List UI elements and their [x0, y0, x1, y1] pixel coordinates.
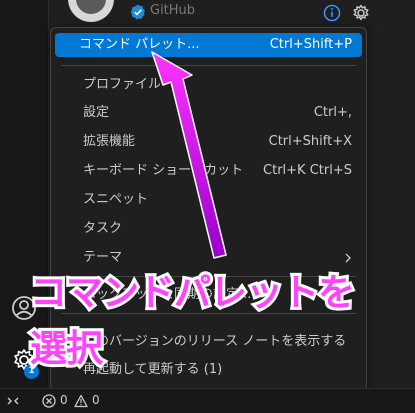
annotation-line-1: コマンドパレットを: [27, 268, 358, 317]
menu-item-label: キーボード ショートカット: [83, 163, 244, 178]
menu-item-shortcut: Ctrl+K Ctrl+S: [263, 163, 352, 178]
verified-icon: [130, 4, 145, 20]
menu-item-tasks[interactable]: タスク: [55, 217, 362, 241]
menu-item-command-palette[interactable]: コマンド パレット... Ctrl+Shift+P: [55, 33, 362, 57]
settings-gear-icon[interactable]: [351, 3, 371, 23]
menu-item-label: コマンド パレット...: [79, 37, 200, 52]
menu-item-label: 設定: [83, 105, 110, 120]
menu-item-keyboard-shortcuts[interactable]: キーボード ショートカット Ctrl+K Ctrl+S: [55, 159, 362, 183]
menu-item-label: タスク: [83, 221, 123, 236]
menu-item-snippets[interactable]: スニペット: [55, 188, 362, 212]
menu-item-label: プロファイル: [83, 77, 162, 92]
warning-count[interactable]: 0: [92, 393, 100, 407]
remote-icon[interactable]: [6, 394, 20, 408]
menu-item-shortcut: Ctrl+Shift+X: [268, 134, 352, 149]
menu-item-label: このバージョンのリリース ノートを表示する: [83, 334, 347, 349]
account-name: GitHub: [150, 3, 196, 18]
menu-item-profiles[interactable]: プロファイル: [55, 73, 362, 97]
menu-item-label: 再起動して更新する (1): [83, 362, 223, 377]
error-icon[interactable]: [42, 394, 56, 408]
menu-item-extensions[interactable]: 拡張機能 Ctrl+Shift+X: [55, 130, 362, 154]
menu-item-shortcut: Ctrl+,: [313, 105, 352, 120]
status-bar: 0 0: [0, 388, 415, 413]
menu-separator: [61, 65, 356, 66]
menu-item-label: 拡張機能: [83, 134, 136, 149]
annotation-line-2: 選択: [27, 324, 106, 373]
menu-item-label: スニペット: [83, 192, 149, 207]
error-count[interactable]: 0: [60, 393, 68, 407]
menu-item-settings[interactable]: 設定 Ctrl+,: [55, 101, 362, 125]
menu-item-shortcut: Ctrl+Shift+P: [269, 37, 352, 52]
warning-icon[interactable]: [74, 394, 88, 408]
info-icon[interactable]: [323, 4, 341, 22]
